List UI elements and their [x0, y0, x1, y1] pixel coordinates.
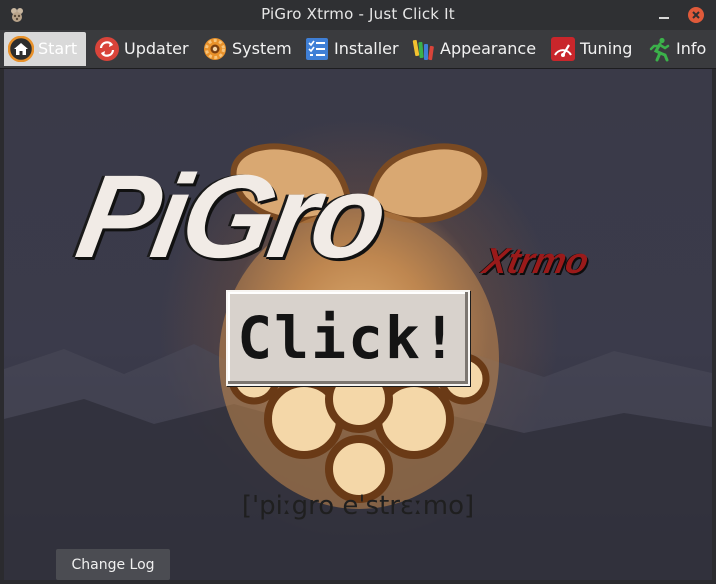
tab-label: Appearance	[440, 39, 537, 58]
running-man-icon	[649, 37, 670, 62]
tab-label: Updater	[124, 39, 189, 58]
tab-installer[interactable]: Installer	[300, 32, 402, 66]
tab-bar: Start Updater System Installer Appearanc…	[0, 30, 716, 69]
phonetic-text: ['piːgro eˈstrɛːmo]	[241, 491, 475, 521]
tab-label: Info	[676, 39, 707, 58]
tab-info[interactable]: Info	[642, 32, 714, 66]
tab-label: Start	[38, 39, 78, 58]
tab-appearance[interactable]: Appearance	[406, 32, 542, 66]
click-button-label: Click!	[237, 304, 459, 372]
tab-start[interactable]: Start	[4, 32, 86, 66]
tab-system[interactable]: System	[198, 32, 296, 66]
title-bar: PiGro Xtrmo - Just Click It	[0, 0, 716, 30]
refresh-icon	[95, 37, 119, 61]
close-icon[interactable]	[688, 7, 704, 23]
gauge-icon	[551, 37, 575, 61]
tab-tuning[interactable]: Tuning	[546, 32, 638, 66]
changelog-button[interactable]: Change Log	[56, 549, 170, 580]
click-button[interactable]: Click!	[226, 290, 470, 386]
xtrmo-logo-text: Xtrmo	[479, 240, 593, 281]
window-title: PiGro Xtrmo - Just Click It	[261, 5, 455, 23]
paint-icon	[412, 39, 434, 61]
window-bottom-edge	[0, 580, 716, 584]
tab-label: Installer	[334, 39, 399, 58]
home-icon	[8, 36, 34, 62]
checklist-icon	[306, 38, 328, 60]
tab-label: Tuning	[580, 39, 633, 58]
minimize-icon[interactable]	[656, 7, 672, 23]
tab-updater[interactable]: Updater	[90, 32, 194, 66]
start-panel: PiGro Xtrmo Click! ['piːgro eˈstrɛːmo] C…	[4, 69, 712, 580]
tab-label: System	[232, 39, 292, 58]
gear-icon	[204, 38, 226, 60]
